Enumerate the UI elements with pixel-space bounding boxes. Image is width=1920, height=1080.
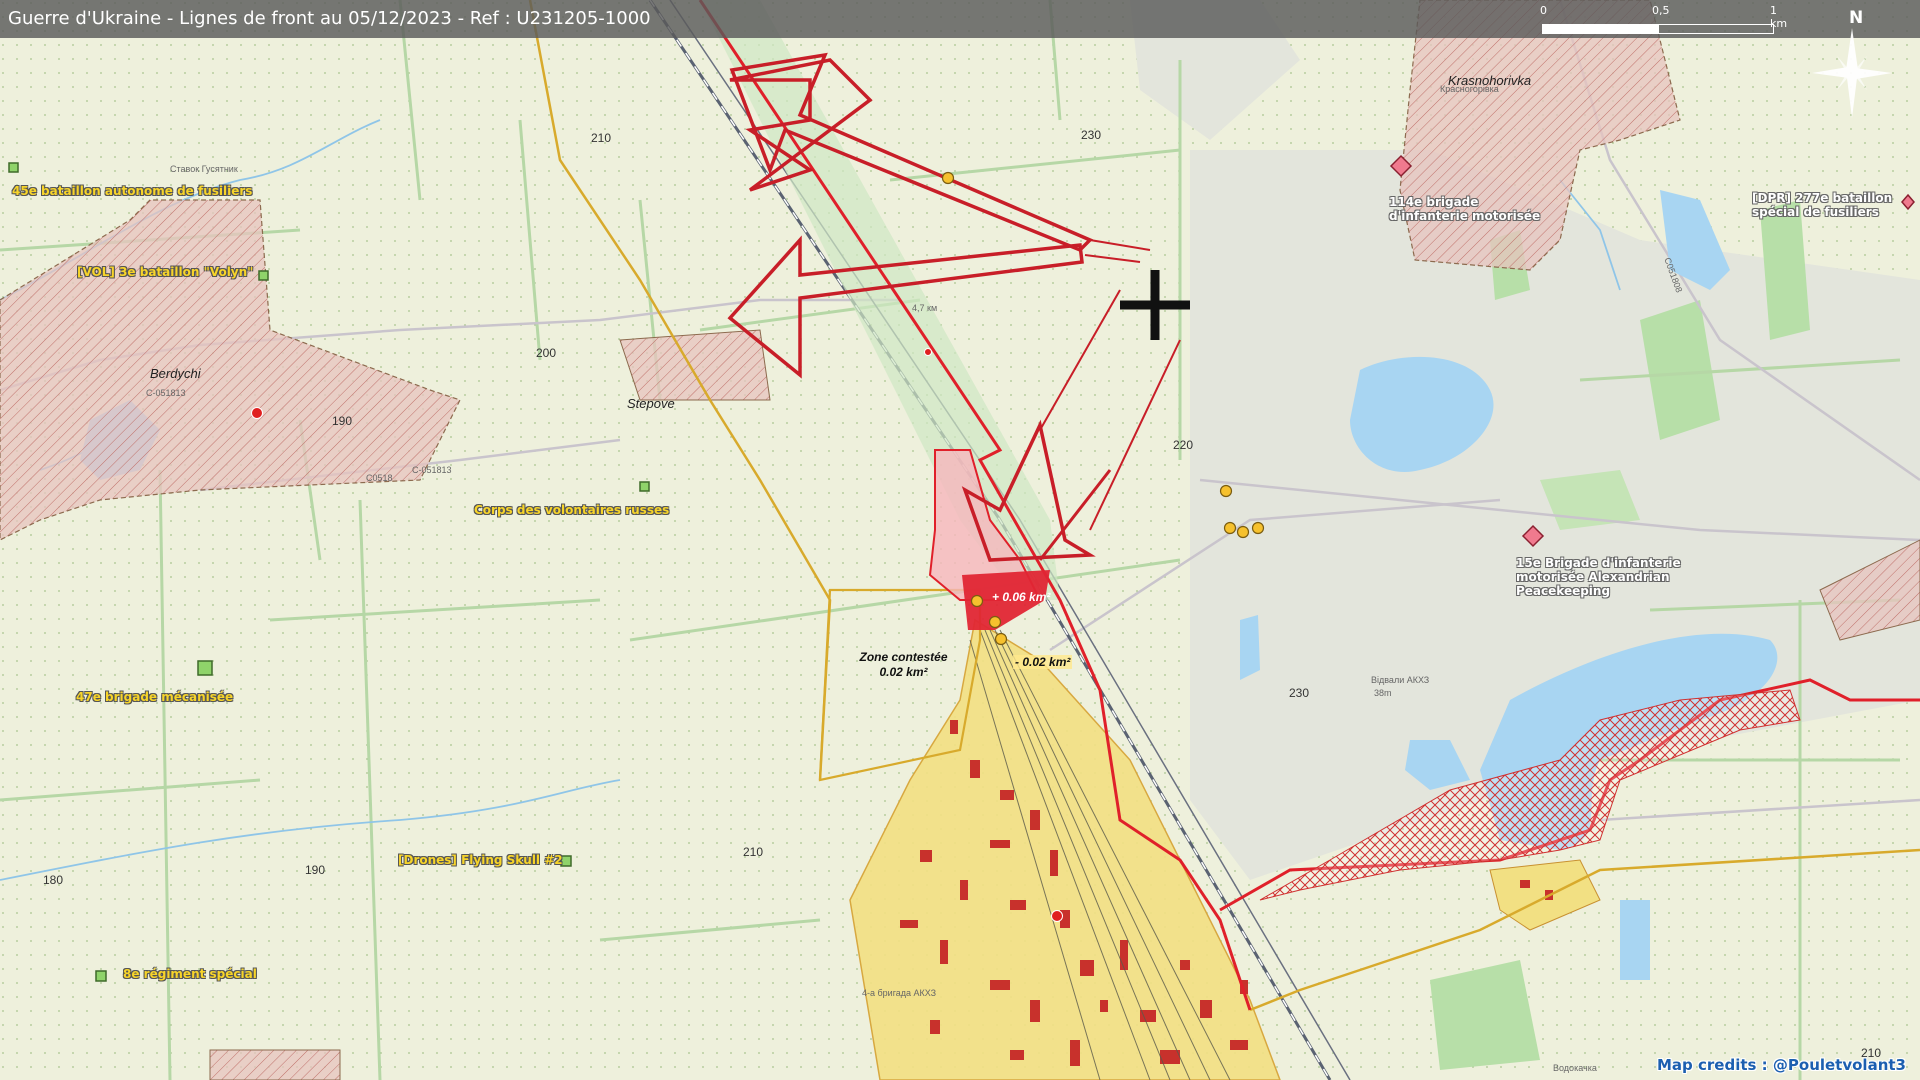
elevation-label: 220 (1173, 438, 1194, 452)
elevation-label: 230 (1081, 128, 1102, 142)
unit-symbol-45e-icon (8, 162, 19, 173)
unit-symbol-rdk-icon (639, 481, 650, 492)
loss-area-label: - 0.02 km² (1013, 655, 1073, 669)
unit-label-15e[interactable]: 15e Brigade d'infanterie motorisée Alexa… (1516, 556, 1706, 598)
map-title: Guerre d'Ukraine - Lignes de front au 05… (8, 8, 651, 29)
unit-symbol-47e-icon (197, 660, 213, 676)
elevation-label: 190 (305, 863, 326, 877)
unit-label-volyn[interactable]: [VOL] 3e bataillon "Volyn" (77, 265, 253, 279)
elevation-label: 200 (536, 346, 557, 360)
contested-zone-label: Zone contestée 0.02 km² (846, 650, 961, 680)
unit-label-277e[interactable]: [DPR] 277e bataillon spécial de fusilier… (1752, 191, 1912, 219)
unit-label-rdk[interactable]: Corps des volontaires russes (474, 503, 669, 517)
front-line-map[interactable] (0, 0, 1920, 1080)
unit-label-47e[interactable]: 47e brigade mécanisée (76, 690, 233, 704)
elevation-label: 180 (43, 873, 64, 887)
scale-segment-1 (1542, 24, 1659, 34)
scale-segment-2 (1657, 24, 1774, 34)
map-stage[interactable]: Guerre d'Ukraine - Lignes de front au 05… (0, 0, 1920, 1080)
contested-zone-title: Zone contestée (859, 650, 948, 664)
elevation-label: 190 (332, 414, 353, 428)
scale-bar: 0 0,5 1 km (1540, 4, 1787, 34)
road-label: C-051813 (412, 465, 452, 475)
elevation-label: 210 (591, 131, 612, 145)
map-credits: Map credits : @Pouletvolant3 (1657, 1056, 1906, 1074)
unit-label-8e[interactable]: 8e régiment spécial (123, 967, 257, 981)
spoil-heap-label: Відвали АКХЗ (1371, 675, 1430, 685)
rail-km-label: 4,7 км (912, 303, 938, 313)
compass-rose-icon (1812, 28, 1892, 118)
spoil-heap-height: 38m (1374, 688, 1392, 698)
south-label: Водокачка (1553, 1063, 1597, 1073)
elevation-label: 210 (743, 845, 764, 859)
elevation-label: 230 (1289, 686, 1310, 700)
road-label: C-051813 (146, 388, 186, 398)
unit-label-drones[interactable]: [Drones] Flying Skull #2 (398, 853, 563, 867)
scale-tick-half: 0,5 (1652, 4, 1670, 17)
scale-tick-0: 0 (1540, 4, 1547, 17)
plant-label: 4-а бригада АКХЗ (862, 988, 937, 998)
town-cyrillic-label: Красногорівка (1440, 84, 1499, 94)
contested-zone-area: 0.02 km² (879, 665, 928, 679)
town-stepove: Stepove (627, 396, 675, 411)
gain-area-label: + 0.06 km² (992, 590, 1051, 604)
pond-label: Ставок Гусятник (170, 164, 238, 174)
unit-label-45e[interactable]: 45e bataillon autonome de fusiliers (12, 184, 252, 198)
road-label: C0518 (366, 473, 393, 483)
unit-symbol-8e-icon (95, 970, 107, 982)
unit-label-114e[interactable]: 114e brigade d'infanterie motorisée (1389, 195, 1559, 223)
town-berdychi: Berdychi (150, 366, 201, 381)
unit-symbol-volyn-icon (258, 270, 269, 281)
